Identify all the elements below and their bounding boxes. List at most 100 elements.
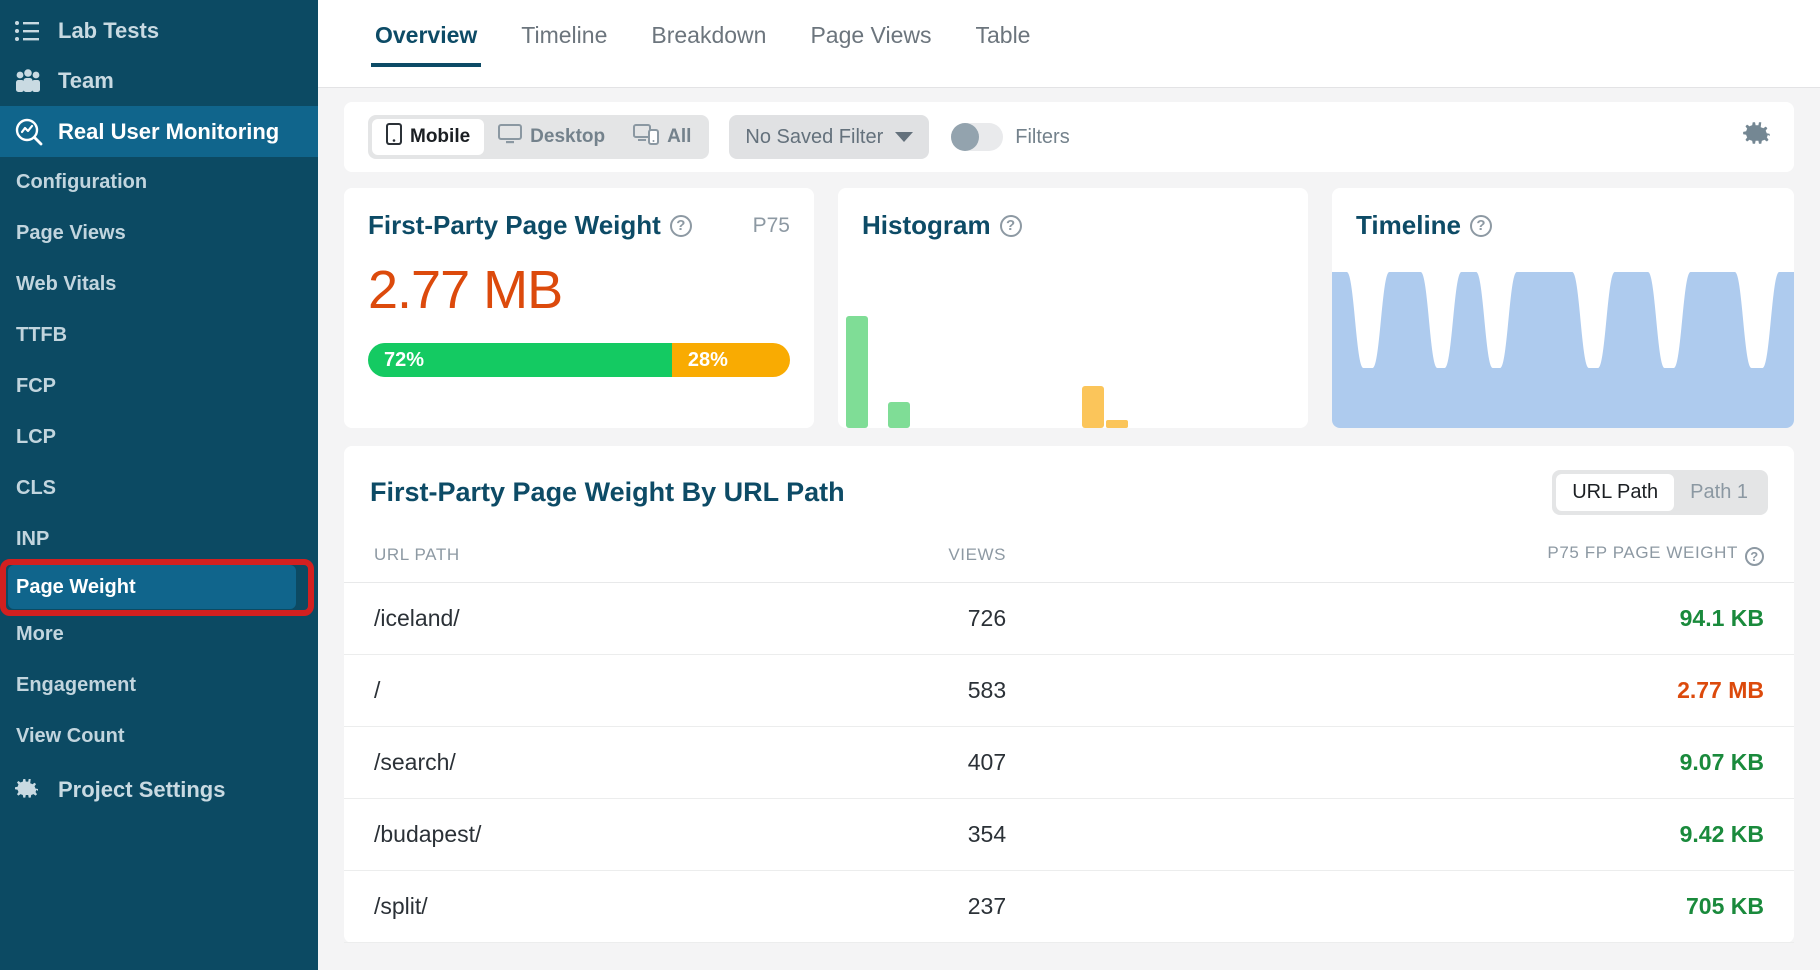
table-row[interactable]: /budapest/ 354 9.42 KB bbox=[344, 798, 1794, 871]
sidebar-item-project-settings[interactable]: Project Settings bbox=[0, 762, 318, 818]
sidebar-sub-label: LCP bbox=[16, 426, 56, 448]
table-row[interactable]: /iceland/ 726 94.1 KB bbox=[344, 582, 1794, 655]
device-option-desktop[interactable]: Desktop bbox=[484, 119, 619, 155]
help-icon[interactable]: ? bbox=[1470, 214, 1493, 237]
tab-label: Page Views bbox=[810, 22, 932, 48]
path-option-url-path[interactable]: URL Path bbox=[1556, 474, 1675, 511]
device-option-mobile[interactable]: Mobile bbox=[372, 119, 485, 155]
tab-label: Breakdown bbox=[651, 22, 767, 48]
path-option-label: URL Path bbox=[1572, 481, 1659, 503]
sidebar-item-page-views[interactable]: Page Views bbox=[0, 208, 318, 259]
cell-url-path[interactable]: / bbox=[344, 654, 767, 727]
table-row[interactable]: /search/ 407 9.07 KB bbox=[344, 726, 1794, 799]
list-icon bbox=[14, 20, 58, 42]
cell-page-weight: 2.77 MB bbox=[1036, 654, 1794, 727]
card-first-party-page-weight: First-Party Page Weight ? P75 2.77 MB 72… bbox=[344, 188, 814, 428]
table-body: /iceland/ 726 94.1 KB / 583 2.77 MB /sea… bbox=[344, 582, 1794, 943]
tab-label: Overview bbox=[375, 22, 478, 48]
cell-url-path[interactable]: /budapest/ bbox=[344, 798, 767, 871]
column-header-p75-fp-page-weight[interactable]: P75 FP PAGE WEIGHT? bbox=[1036, 533, 1794, 583]
sidebar-sub-label: FCP bbox=[16, 375, 56, 397]
device-option-label: Desktop bbox=[530, 126, 606, 147]
table-head: URL PATH VIEWS P75 FP PAGE WEIGHT? bbox=[344, 533, 1794, 583]
sidebar-item-fcp[interactable]: FCP bbox=[0, 361, 318, 412]
sidebar-sub-label: Web Vitals bbox=[16, 273, 117, 295]
cell-page-weight: 9.42 KB bbox=[1036, 798, 1794, 871]
good-warn-bar: 72% 28% bbox=[368, 343, 790, 377]
path-option-label: Path 1 bbox=[1690, 481, 1748, 503]
table-row[interactable]: / 583 2.77 MB bbox=[344, 654, 1794, 727]
sidebar-item-label: Real User Monitoring bbox=[58, 118, 280, 144]
tab-timeline[interactable]: Timeline bbox=[499, 14, 629, 67]
sidebar-sub-label: Configuration bbox=[16, 171, 148, 193]
help-icon[interactable]: ? bbox=[1745, 547, 1764, 566]
cell-page-weight: 9.07 KB bbox=[1036, 726, 1794, 799]
tab-label: Timeline bbox=[521, 22, 608, 48]
sidebar-sub-label: Page Weight bbox=[16, 575, 136, 598]
column-header-views[interactable]: VIEWS bbox=[766, 533, 1037, 583]
path-option-path-1[interactable]: Path 1 bbox=[1674, 474, 1764, 511]
saved-filter-label: No Saved Filter bbox=[745, 125, 884, 148]
metric-cards-row: First-Party Page Weight ? P75 2.77 MB 72… bbox=[344, 188, 1794, 428]
cell-url-path[interactable]: /search/ bbox=[344, 726, 767, 799]
sidebar-item-cls[interactable]: CLS bbox=[0, 463, 318, 514]
url-path-table: URL PATH VIEWS P75 FP PAGE WEIGHT? /icel… bbox=[344, 533, 1794, 943]
card-title: Timeline bbox=[1356, 210, 1462, 240]
sidebar-item-lcp[interactable]: LCP bbox=[0, 412, 318, 463]
panel-title: First-Party Page Weight By URL Path bbox=[370, 477, 845, 507]
sidebar-sub-label: INP bbox=[16, 528, 50, 550]
sidebar-item-label: Lab Tests bbox=[58, 18, 160, 43]
percentile-label: P75 bbox=[752, 213, 790, 237]
filters-toggle-group: Filters bbox=[951, 123, 1070, 151]
sidebar-sub-label: View Count bbox=[16, 725, 125, 747]
saved-filter-dropdown[interactable]: No Saved Filter bbox=[729, 115, 930, 159]
filters-toggle-label: Filters bbox=[1015, 125, 1070, 148]
device-segmented-control: Mobile Desktop All bbox=[368, 115, 710, 159]
histogram-chart bbox=[846, 316, 1128, 428]
card-header: Timeline ? bbox=[1332, 188, 1794, 241]
tab-page-views[interactable]: Page Views bbox=[788, 14, 953, 67]
sidebar-item-view-count[interactable]: View Count bbox=[0, 711, 318, 762]
card-header: Histogram ? bbox=[838, 188, 1308, 241]
sidebar-sub-label: Page Views bbox=[16, 222, 126, 244]
bar-good-segment: 72% bbox=[368, 343, 672, 377]
cell-url-path[interactable]: /iceland/ bbox=[344, 582, 767, 655]
table-row[interactable]: /split/ 237 705 KB bbox=[344, 870, 1794, 943]
sidebar-sub-label: CLS bbox=[16, 477, 56, 499]
sidebar-item-configuration[interactable]: Configuration bbox=[0, 157, 318, 208]
gear-icon bbox=[14, 777, 58, 803]
help-icon[interactable]: ? bbox=[669, 214, 692, 237]
filters-toggle[interactable] bbox=[951, 123, 1004, 151]
url-path-table-panel: First-Party Page Weight By URL Path URL … bbox=[344, 446, 1794, 943]
sidebar-item-web-vitals[interactable]: Web Vitals bbox=[0, 259, 318, 310]
column-header-label: P75 FP PAGE WEIGHT bbox=[1547, 543, 1738, 562]
gear-icon[interactable] bbox=[1742, 120, 1772, 155]
sidebar-item-more[interactable]: More bbox=[0, 609, 318, 660]
sidebar-item-ttfb[interactable]: TTFB bbox=[0, 310, 318, 361]
sidebar-sub-label: Engagement bbox=[16, 674, 137, 696]
tab-table[interactable]: Table bbox=[953, 14, 1052, 67]
cell-url-path[interactable]: /split/ bbox=[344, 870, 767, 943]
device-option-all[interactable]: All bbox=[619, 119, 705, 155]
card-timeline: Timeline ? bbox=[1332, 188, 1794, 428]
sidebar-item-page-weight[interactable]: Page Weight bbox=[8, 565, 296, 609]
rum-magnifier-icon bbox=[14, 117, 58, 147]
mobile-icon bbox=[386, 123, 402, 151]
sidebar-item-real-user-monitoring[interactable]: Real User Monitoring bbox=[0, 106, 318, 157]
tab-label: Table bbox=[975, 22, 1031, 48]
sidebar-item-engagement[interactable]: Engagement bbox=[0, 660, 318, 711]
desktop-icon bbox=[498, 123, 523, 151]
filter-bar: Mobile Desktop All No Saved Filter Filte… bbox=[344, 102, 1794, 172]
sidebar-item-lab-tests[interactable]: Lab Tests bbox=[0, 6, 318, 56]
sidebar-settings-label: Project Settings bbox=[58, 777, 226, 802]
card-title: First-Party Page Weight bbox=[368, 210, 661, 240]
tab-breakdown[interactable]: Breakdown bbox=[629, 14, 788, 67]
help-icon[interactable]: ? bbox=[999, 214, 1022, 237]
sidebar-item-team[interactable]: Team bbox=[0, 56, 318, 106]
sidebar-item-inp[interactable]: INP bbox=[0, 514, 318, 565]
timeline-area-chart bbox=[1332, 272, 1794, 428]
table-header-row: URL PATH VIEWS P75 FP PAGE WEIGHT? bbox=[344, 533, 1794, 583]
chevron-down-icon bbox=[895, 132, 914, 142]
tab-overview[interactable]: Overview bbox=[353, 14, 499, 67]
column-header-url-path[interactable]: URL PATH bbox=[344, 533, 767, 583]
